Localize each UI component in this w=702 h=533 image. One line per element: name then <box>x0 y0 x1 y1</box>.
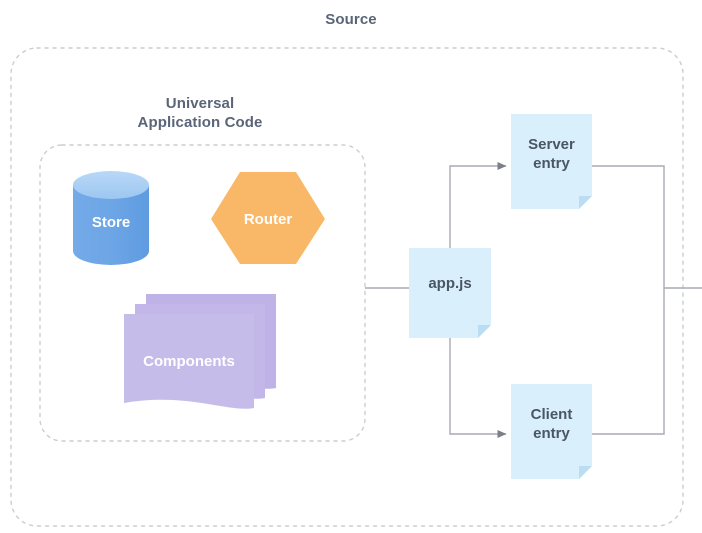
node-app-js[interactable] <box>409 248 491 338</box>
diagram-graphics <box>10 47 702 527</box>
node-client-entry[interactable] <box>511 384 592 479</box>
client-entry-fold <box>579 466 592 479</box>
diagram-canvas: Source Universal Application Code Store … <box>0 0 702 533</box>
edge-client-entry-to-output <box>590 288 665 435</box>
appjs-fold <box>478 325 491 338</box>
store-cylinder-top <box>73 171 149 199</box>
appjs-page <box>409 248 491 338</box>
server-entry-fold <box>579 196 592 209</box>
edge-appjs-to-server-entry <box>449 162 507 248</box>
edge-appjs-to-client-entry <box>449 337 507 438</box>
client-entry-page <box>511 384 592 479</box>
node-components[interactable] <box>124 294 276 409</box>
node-store[interactable] <box>73 171 149 265</box>
node-router[interactable] <box>211 172 325 264</box>
edge-server-entry-to-output <box>590 165 665 288</box>
router-hexagon <box>211 172 325 264</box>
components-sheet-front <box>124 314 254 409</box>
server-entry-page <box>511 114 592 209</box>
node-server-entry[interactable] <box>511 114 592 209</box>
